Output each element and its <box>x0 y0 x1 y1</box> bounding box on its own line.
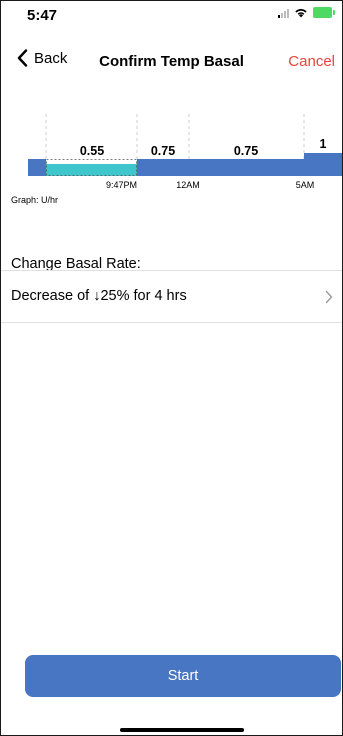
basal-bar-12am-5am <box>189 159 304 176</box>
divider <box>1 322 342 323</box>
nav-bar: Back Confirm Temp Basal Cancel <box>1 43 342 79</box>
segment-value-label: 0.55 <box>80 144 104 158</box>
segment-value-label: 0.75 <box>151 144 175 158</box>
wifi-icon <box>295 9 307 18</box>
basal-bar-current <box>28 159 46 176</box>
basal-rate-row[interactable]: Decrease of ↓25% for 4 hrs <box>1 271 342 322</box>
home-indicator <box>120 728 244 732</box>
start-button[interactable]: Start <box>25 655 341 697</box>
chevron-left-icon <box>17 49 28 67</box>
back-button[interactable]: Back <box>17 49 67 67</box>
time-label: 9:47PM <box>106 180 137 190</box>
cancel-button[interactable]: Cancel <box>288 53 335 70</box>
time-label: 12AM <box>176 180 200 190</box>
segment-value-label: 0.75 <box>234 144 258 158</box>
phone-screen: 5:47 Back Confirm Temp Basal Cancel 0.55… <box>0 0 343 736</box>
chevron-right-icon <box>325 290 333 304</box>
basal-rate-value: Decrease of ↓25% for 4 hrs <box>11 288 187 304</box>
basal-bar-5am <box>304 153 342 176</box>
status-time: 5:47 <box>27 7 58 24</box>
time-label: 5AM <box>296 180 315 190</box>
segment-value-label: 1 <box>320 137 327 151</box>
basal-graph: 0.55 0.75 0.75 1 9:47PM 12AM 5AM Graph: … <box>1 106 342 211</box>
status-bar: 5:47 <box>1 1 342 35</box>
back-label: Back <box>34 49 68 67</box>
graph-unit-label: Graph: U/hr <box>11 195 59 205</box>
basal-bar-temp <box>46 164 137 176</box>
cellular-signal-icon <box>278 8 289 18</box>
basal-bar-0947-12am <box>137 159 189 176</box>
battery-charging-icon <box>313 7 335 18</box>
basal-graph-svg: 0.55 0.75 0.75 1 9:47PM 12AM 5AM <box>28 114 342 190</box>
status-icons <box>278 7 335 18</box>
